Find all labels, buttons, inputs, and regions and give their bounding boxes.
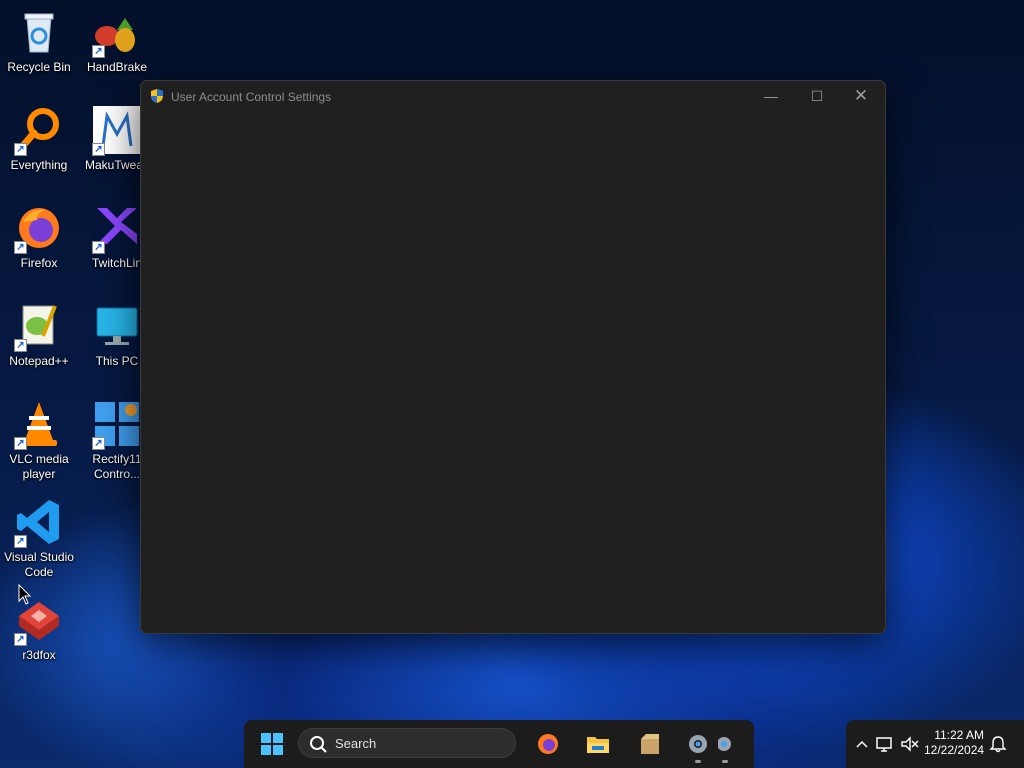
recycle-bin-icon [15, 8, 63, 56]
desktop-icon-label: Notepad++ [9, 354, 69, 368]
shortcut-arrow-icon: ↗ [14, 437, 27, 450]
desktop-icon-recycle-bin[interactable]: Recycle Bin [0, 8, 78, 75]
minimize-button[interactable]: — [748, 81, 794, 111]
taskbar: Search [244, 720, 754, 768]
taskbar-search-box[interactable]: Search [298, 728, 516, 758]
running-indicator [722, 760, 728, 763]
shortcut-arrow-icon: ↗ [92, 45, 105, 58]
volume-button[interactable] [900, 734, 920, 754]
taskbar-settings[interactable] [686, 732, 710, 756]
twitchlink-icon: ↗ [92, 204, 141, 254]
window-content [141, 113, 885, 633]
shortcut-arrow-icon: ↗ [14, 143, 27, 156]
uac-shield-icon [149, 88, 165, 104]
taskbar-file-explorer[interactable] [586, 732, 610, 756]
shortcut-arrow-icon: ↗ [92, 437, 105, 450]
makutweaker-icon: ↗ [92, 106, 141, 156]
settings-icon [689, 735, 707, 753]
window-title: User Account Control Settings [171, 90, 332, 104]
shortcut-arrow-icon: ↗ [92, 143, 105, 156]
start-icon [261, 733, 283, 755]
uac-settings-window[interactable]: User Account Control Settings — ☐ ✕ [140, 80, 886, 634]
search-placeholder: Search [335, 736, 377, 751]
window-titlebar[interactable]: User Account Control Settings — ☐ ✕ [141, 81, 885, 113]
system-tray: 11:22 AM 12/22/2024 [846, 720, 1024, 768]
desktop-icon-vlc[interactable]: ↗ VLC media player [0, 400, 78, 482]
shortcut-arrow-icon: ↗ [92, 241, 105, 254]
volume-muted-icon [901, 736, 919, 752]
shortcut-arrow-icon: ↗ [14, 633, 27, 646]
desktop-icon-r3dfox[interactable]: ↗ r3dfox [0, 596, 78, 663]
taskbar-app[interactable] [717, 732, 732, 756]
clock-time: 11:22 AM [934, 728, 984, 742]
desktop-icon-handbrake[interactable]: ↗ HandBrake [78, 8, 156, 75]
taskbar-firefox[interactable] [536, 732, 560, 756]
desktop-icon-everything[interactable]: ↗ Everything [0, 106, 78, 173]
desktop-icon-firefox[interactable]: ↗ Firefox [0, 204, 78, 271]
desktop-icon-label: Firefox [20, 256, 58, 270]
network-button[interactable] [874, 734, 894, 754]
maximize-button[interactable]: ☐ [794, 81, 840, 111]
app-icon [717, 737, 731, 751]
archive-icon [641, 734, 659, 754]
firefox-icon: ↗ [14, 204, 63, 254]
notepad-plus-plus-icon: ↗ [14, 302, 63, 352]
start-button[interactable] [260, 732, 284, 756]
network-icon [876, 737, 892, 752]
taskbar-clock[interactable]: 11:22 AM 12/22/2024 [924, 728, 984, 758]
shortcut-arrow-icon: ↗ [14, 241, 27, 254]
this-pc-icon [93, 302, 141, 350]
everything-search-icon: ↗ [14, 106, 63, 156]
show-hidden-icons-button[interactable] [852, 734, 868, 754]
rectify11-icon: ↗ [92, 400, 141, 450]
shortcut-arrow-icon: ↗ [14, 339, 27, 352]
desktop-icon-label: Visual Studio Code [4, 550, 74, 579]
clock-date: 12/22/2024 [924, 743, 985, 757]
mouse-cursor-icon [18, 583, 32, 606]
vlc-icon: ↗ [14, 400, 63, 450]
handbrake-icon: ↗ [92, 8, 141, 58]
chevron-up-icon [856, 740, 868, 748]
desktop-icon-label: r3dfox [22, 648, 56, 662]
desktop-icon-vscode[interactable]: ↗ Visual Studio Code [0, 498, 78, 580]
taskbar-archive[interactable] [638, 732, 662, 756]
close-button[interactable]: ✕ [838, 81, 884, 111]
desktop-icon-label: Everything [10, 158, 68, 172]
file-explorer-icon [587, 737, 609, 753]
notification-bell-icon [989, 736, 1007, 753]
desktop-icon-label: Recycle Bin [7, 60, 71, 74]
desktop-icon-label: HandBrake [86, 60, 148, 74]
search-icon [309, 735, 327, 753]
firefox-icon [538, 734, 558, 754]
vscode-icon: ↗ [14, 498, 63, 548]
shortcut-arrow-icon: ↗ [14, 535, 27, 548]
desktop-icon-label: VLC media player [9, 452, 69, 481]
notifications-button[interactable] [988, 734, 1008, 754]
desktop-icon-notepadpp[interactable]: ↗ Notepad++ [0, 302, 78, 369]
running-indicator [695, 760, 701, 763]
